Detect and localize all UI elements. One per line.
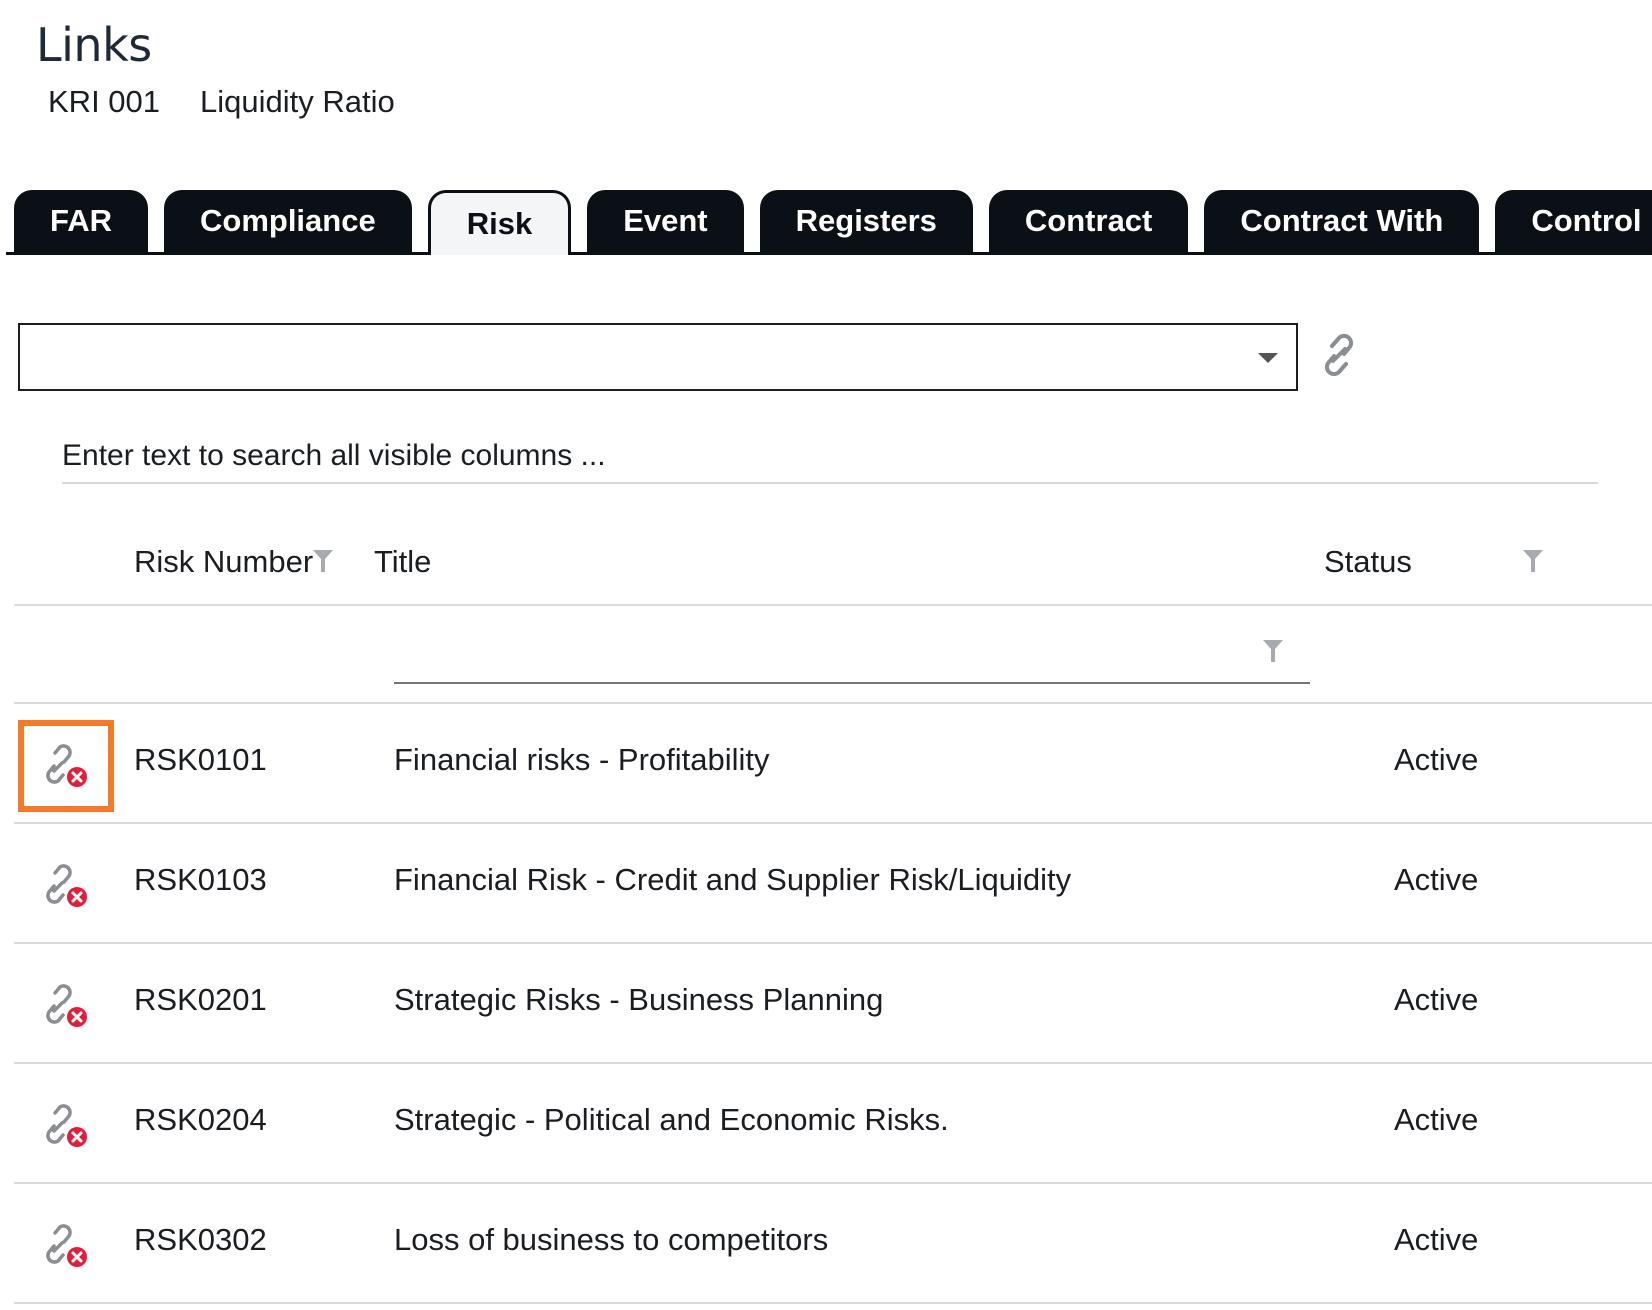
risk-title-cell: Financial risks - Profitability xyxy=(394,742,770,777)
unlink-button[interactable] xyxy=(18,960,114,1052)
filter-icon[interactable] xyxy=(1262,638,1284,664)
unlink-icon xyxy=(46,984,87,1027)
unlink-icon xyxy=(46,864,87,907)
tab-compliance[interactable]: Compliance xyxy=(164,190,412,252)
record-code: KRI 001 xyxy=(48,84,161,119)
risk-number-cell: RSK0204 xyxy=(134,1102,267,1137)
global-search-input[interactable] xyxy=(62,432,1598,480)
unlink-icon xyxy=(46,1224,87,1267)
grid-filter-row xyxy=(14,606,1652,704)
grid-body: RSK0101 Financial risks - Profitability … xyxy=(14,704,1652,1304)
risk-status-cell: Active xyxy=(1394,1222,1479,1257)
tab-far[interactable]: FAR xyxy=(14,190,148,252)
table-row[interactable]: RSK0204 Strategic - Political and Econom… xyxy=(14,1064,1652,1184)
unlink-icon xyxy=(46,1104,87,1147)
tab-contract[interactable]: Contract xyxy=(988,190,1189,252)
risk-status-cell: Active xyxy=(1394,982,1479,1017)
table-row[interactable]: RSK0201 Strategic Risks - Business Plann… xyxy=(14,944,1652,1064)
risk-number-cell: RSK0101 xyxy=(134,742,267,777)
table-row[interactable]: RSK0101 Financial risks - Profitability … xyxy=(14,704,1652,824)
unlink-button[interactable] xyxy=(18,1080,114,1172)
risk-title-cell: Financial Risk - Credit and Supplier Ris… xyxy=(394,862,1072,897)
risk-number-cell: RSK0103 xyxy=(134,862,267,897)
risk-status-cell: Active xyxy=(1394,862,1479,897)
risk-status-cell: Active xyxy=(1394,1102,1479,1137)
column-header-risk-number[interactable]: Risk Number xyxy=(134,544,313,580)
tab-contract-with[interactable]: Contract With xyxy=(1204,190,1480,252)
unlink-button[interactable] xyxy=(18,720,114,812)
risk-status-cell: Active xyxy=(1394,742,1479,777)
table-row[interactable]: RSK0302 Loss of business to competitors … xyxy=(14,1184,1652,1304)
column-header-title[interactable]: Title xyxy=(374,544,431,580)
tab-control-in[interactable]: Control In xyxy=(1495,190,1652,252)
risk-picker-dropdown[interactable] xyxy=(18,323,1298,391)
risk-number-cell: RSK0201 xyxy=(134,982,267,1017)
risk-title-cell: Loss of business to competitors xyxy=(394,1222,829,1257)
column-header-status[interactable]: Status xyxy=(1324,544,1412,580)
tab-risk[interactable]: Risk xyxy=(427,190,572,255)
record-name: Liquidity Ratio xyxy=(200,84,395,119)
chevron-down-icon[interactable] xyxy=(1258,353,1278,363)
filter-icon[interactable] xyxy=(312,548,334,574)
unlink-button[interactable] xyxy=(18,1200,114,1292)
link-icon xyxy=(1324,333,1354,377)
risk-number-cell: RSK0302 xyxy=(134,1222,267,1257)
title-filter-input[interactable] xyxy=(394,636,1310,684)
global-search xyxy=(62,432,1598,484)
tab-event[interactable]: Event xyxy=(587,190,744,252)
risk-title-cell: Strategic Risks - Business Planning xyxy=(394,982,884,1017)
risk-title-cell: Strategic - Political and Economic Risks… xyxy=(394,1102,949,1137)
filter-icon[interactable] xyxy=(1522,548,1544,574)
risk-links-grid: Risk Number Title Status RSK0101 Financi… xyxy=(14,520,1652,1304)
page-title: Links xyxy=(36,18,152,72)
link-button[interactable] xyxy=(1318,328,1360,382)
tab-registers[interactable]: Registers xyxy=(759,190,973,252)
unlink-icon xyxy=(46,744,87,787)
tab-baseline xyxy=(6,252,1652,255)
tab-bar: FAR Compliance Risk Event Registers Cont… xyxy=(6,190,1652,255)
unlink-button[interactable] xyxy=(18,840,114,932)
grid-header-row: Risk Number Title Status xyxy=(14,520,1652,606)
table-row[interactable]: RSK0103 Financial Risk - Credit and Supp… xyxy=(14,824,1652,944)
